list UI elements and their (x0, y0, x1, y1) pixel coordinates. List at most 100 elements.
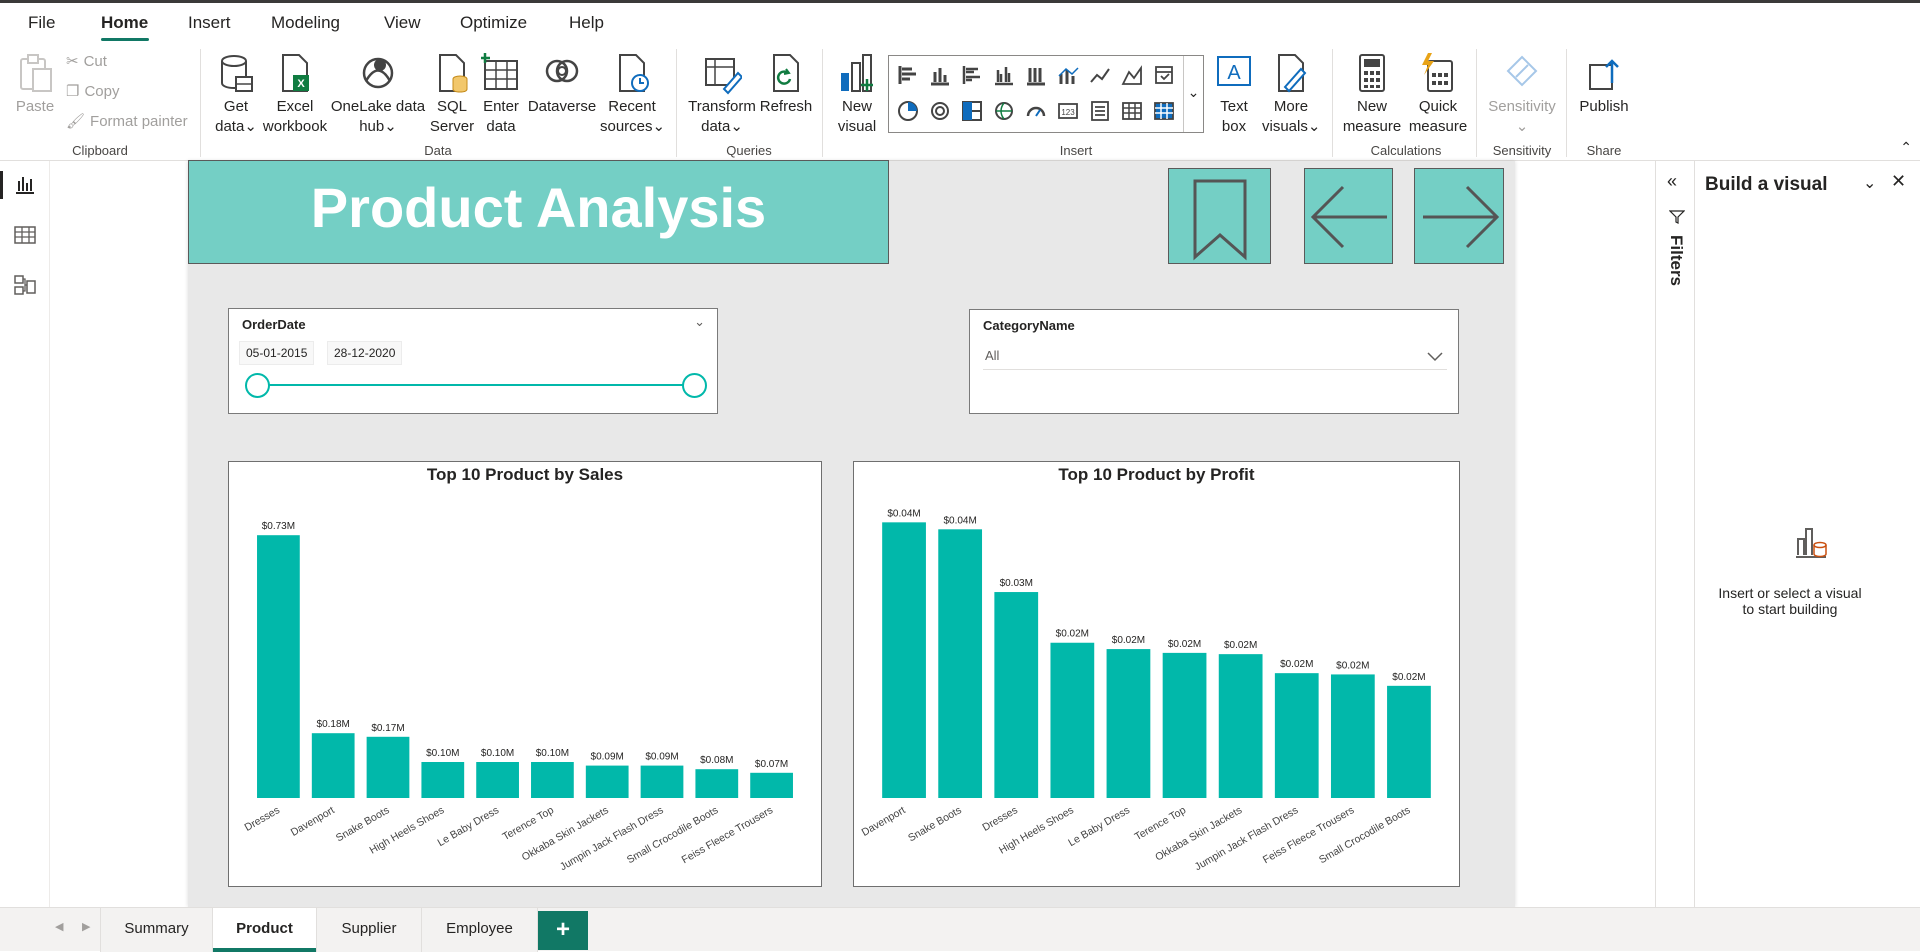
stacked-bar-chart-icon[interactable] (897, 64, 923, 90)
quick-measure-button[interactable]: Quick measure (1406, 53, 1470, 137)
excel-workbook-button[interactable]: X Excel workbook (262, 53, 328, 137)
ribbon-chart-icon[interactable] (1153, 64, 1179, 90)
new-visual-button[interactable]: New visual (830, 53, 884, 137)
publish-button[interactable]: Publish (1574, 53, 1634, 117)
profit-bar-chart[interactable]: Top 10 Product by Profit $0.04M Davenport… (853, 461, 1460, 887)
menu-insert[interactable]: Insert (188, 13, 231, 33)
collapse-pane-icon[interactable]: ⌄ (1863, 173, 1876, 193)
enter-data-label: Enter (483, 98, 519, 115)
bar[interactable] (882, 522, 926, 798)
paste-button[interactable]: Paste (10, 53, 60, 117)
menu-file[interactable]: File (28, 13, 55, 33)
bar[interactable] (1330, 674, 1375, 798)
category-label: Davenport (860, 804, 908, 839)
chart-plot: $0.73MDresses$0.18MDavenport$0.17MSnake … (243, 521, 793, 873)
bar[interactable] (311, 733, 355, 798)
bar[interactable] (421, 762, 465, 798)
tab-employee[interactable]: Employee (422, 908, 538, 952)
bar[interactable] (366, 736, 410, 798)
100-percent-column-chart-icon[interactable] (1025, 64, 1051, 90)
tab-scroll-right-icon[interactable]: ▶ (82, 920, 90, 933)
transform-data-button[interactable]: Transform data⌄ (684, 53, 760, 137)
stacked-column-chart-icon[interactable] (929, 64, 955, 90)
bar[interactable] (938, 529, 983, 798)
chevron-down-icon[interactable]: ⌄ (694, 314, 705, 330)
tab-supplier[interactable]: Supplier (317, 908, 422, 952)
gauge-icon[interactable] (1025, 100, 1051, 126)
bar[interactable] (1106, 649, 1151, 798)
line-column-chart-icon[interactable] (1057, 64, 1083, 90)
new-measure-button[interactable]: New measure (1340, 53, 1404, 137)
area-chart-icon[interactable] (1121, 64, 1147, 90)
bar[interactable] (750, 772, 793, 798)
table-view-icon[interactable] (13, 223, 37, 247)
refresh-button[interactable]: Refresh (758, 53, 814, 117)
collapse-ribbon-icon[interactable]: ⌃ (1900, 139, 1912, 156)
menu-view[interactable]: View (384, 13, 421, 33)
donut-chart-icon[interactable] (929, 100, 955, 126)
copy-button[interactable]: ❐ Copy (66, 82, 119, 101)
bookmark-button[interactable] (1168, 168, 1271, 264)
close-icon[interactable]: ✕ (1891, 171, 1906, 192)
start-date-input[interactable]: 05-01-2015 (239, 341, 315, 365)
add-page-button[interactable]: + (538, 911, 588, 950)
bar[interactable] (1162, 652, 1207, 798)
more-visuals-button[interactable]: More visuals⌄ (1262, 53, 1320, 137)
bar[interactable] (257, 535, 300, 798)
forward-button[interactable] (1414, 168, 1504, 264)
sql-server-button[interactable]: SQL Server (428, 53, 476, 137)
transform-data-icon (705, 58, 742, 95)
sensitivity-button[interactable]: Sensitivity ⌄ (1482, 53, 1562, 137)
menu-home[interactable]: Home (101, 13, 148, 33)
bar[interactable] (1387, 685, 1431, 798)
end-slider-handle[interactable] (682, 373, 707, 398)
bar[interactable] (695, 769, 739, 798)
recent-sources-button[interactable]: Recent sources⌄ (600, 53, 666, 137)
pie-chart-icon[interactable] (897, 100, 923, 126)
bar[interactable] (994, 592, 1039, 798)
cut-button[interactable]: ✂ Cut (66, 52, 107, 71)
dataverse-button[interactable]: Dataverse (526, 53, 598, 117)
card-icon[interactable]: 123 (1057, 100, 1083, 126)
build-visual-title: Build a visual (1705, 174, 1828, 195)
menu-help[interactable]: Help (569, 13, 604, 33)
expand-filters-icon[interactable]: « (1667, 171, 1677, 192)
orderdate-slicer[interactable]: OrderDate ⌄ 05-01-2015 28-12-2020 (228, 308, 718, 414)
enter-data-button[interactable]: Enter data (478, 53, 524, 137)
transform-label: Transform (688, 98, 756, 115)
text-box-button[interactable]: A Text box (1208, 53, 1260, 137)
start-slider-handle[interactable] (245, 373, 270, 398)
tab-summary[interactable]: Summary (100, 908, 213, 952)
get-data-button[interactable]: Get data⌄ (208, 53, 264, 137)
bar[interactable] (476, 762, 519, 798)
bar[interactable] (640, 765, 684, 798)
category-dropdown[interactable]: All (983, 342, 1447, 370)
sales-bar-chart[interactable]: Top 10 Product by Sales $0.73M Dresses $0.… (228, 461, 822, 887)
gallery-expand-icon[interactable]: ⌄ (1183, 56, 1203, 132)
model-view-icon[interactable] (13, 273, 37, 297)
bar[interactable] (1274, 673, 1319, 798)
line-chart-icon[interactable] (1089, 64, 1115, 90)
map-icon[interactable] (993, 100, 1019, 126)
tab-product[interactable]: Product (213, 908, 317, 952)
bar[interactable] (1218, 654, 1263, 798)
bar[interactable] (1050, 642, 1095, 798)
onelake-data-hub-button[interactable]: OneLake data hub⌄ (330, 53, 426, 137)
clustered-column-chart-icon[interactable] (993, 64, 1019, 90)
multi-row-card-icon[interactable] (1089, 100, 1115, 126)
bar[interactable] (585, 765, 629, 798)
clustered-bar-chart-icon[interactable] (961, 64, 987, 90)
treemap-icon[interactable] (961, 100, 987, 126)
menu-optimize[interactable]: Optimize (460, 13, 527, 33)
menu-modeling[interactable]: Modeling (271, 13, 340, 33)
matrix-icon[interactable] (1153, 100, 1179, 126)
report-view-icon[interactable] (13, 173, 37, 197)
table-icon[interactable] (1121, 100, 1147, 126)
recent-label-2: sources⌄ (600, 118, 666, 135)
bar[interactable] (531, 762, 574, 798)
enter-data-label-2: data (486, 118, 516, 135)
tab-scroll-left-icon[interactable]: ◀ (55, 920, 63, 933)
end-date-input[interactable]: 28-12-2020 (327, 341, 403, 365)
format-painter-button[interactable]: 🖌 Format painter (66, 112, 188, 131)
back-button[interactable] (1304, 168, 1393, 264)
